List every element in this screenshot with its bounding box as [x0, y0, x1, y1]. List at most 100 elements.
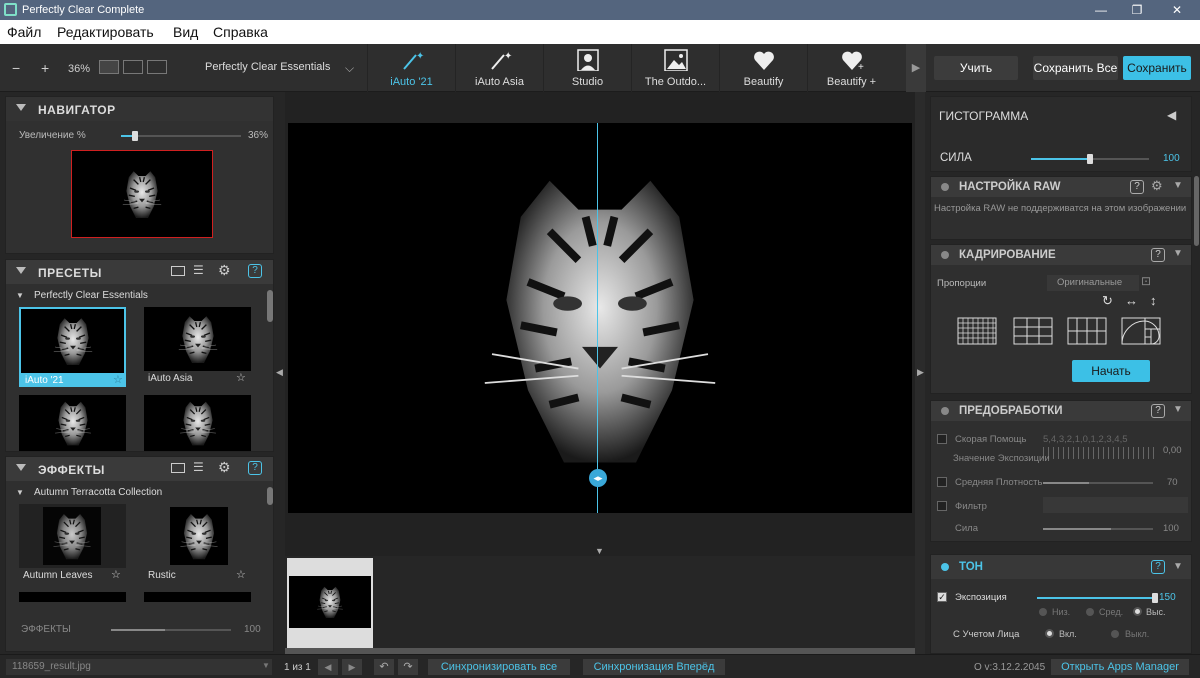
radio-on[interactable]	[1045, 629, 1054, 638]
save-button[interactable]: Сохранить	[1123, 56, 1191, 80]
collapse-right-icon[interactable]: ▶	[917, 367, 924, 378]
quick-help-checkbox[interactable]	[937, 434, 947, 444]
list-view-icon[interactable]: ☰	[193, 460, 204, 474]
chevron-down-icon[interactable]: ▼	[1173, 180, 1183, 191]
chevron-down-icon[interactable]: ▼	[1173, 561, 1183, 572]
toggle-icon[interactable]	[941, 251, 949, 259]
chevron-down-icon[interactable]: ▼	[16, 291, 24, 300]
filmstrip-item[interactable]	[287, 558, 373, 648]
filter-strength-slider[interactable]	[1043, 528, 1153, 530]
slider-knob[interactable]	[1087, 154, 1093, 164]
lock-ratio-icon[interactable]: ⊡	[1141, 274, 1151, 288]
quarters-overlay-icon[interactable]	[1067, 317, 1107, 345]
chevron-down-icon[interactable]: ▼	[1173, 404, 1183, 415]
effect-thumbnail[interactable]	[144, 592, 251, 602]
zoom-slider[interactable]	[121, 131, 241, 141]
crop-start-button[interactable]: Начать	[1072, 360, 1150, 382]
tab-iauto-asia[interactable]: ✦ iAuto Asia	[455, 44, 543, 92]
split-handle-icon[interactable]: ◂▸	[589, 469, 607, 487]
redo-icon[interactable]: ↷	[398, 659, 418, 675]
help-icon[interactable]: ?	[1151, 560, 1165, 574]
collapse-left-icon[interactable]: ◀	[276, 367, 283, 378]
effect-thumbnail[interactable]: Rustic ☆	[144, 504, 251, 584]
side-by-side-view-button[interactable]	[147, 60, 167, 74]
undo-icon[interactable]: ↶	[374, 659, 394, 675]
single-view-button[interactable]	[99, 60, 119, 74]
tabs-scroll-right-icon[interactable]: ▶	[906, 44, 926, 92]
preset-thumbnail[interactable]	[19, 395, 126, 451]
radio-off[interactable]	[1111, 630, 1119, 638]
star-icon[interactable]: ☆	[111, 568, 121, 581]
effect-thumbnail[interactable]	[19, 592, 126, 602]
zoom-slider-knob[interactable]	[132, 131, 139, 141]
grid-view-icon[interactable]	[171, 266, 185, 276]
help-icon[interactable]: ?	[248, 264, 262, 278]
filter-checkbox[interactable]	[937, 501, 947, 511]
mid-density-checkbox[interactable]	[937, 477, 947, 487]
zoom-in-button[interactable]: +	[41, 60, 49, 76]
star-icon[interactable]: ☆	[236, 371, 246, 384]
tab-iauto21[interactable]: ✦ iAuto '21	[367, 44, 455, 92]
collapse-icon[interactable]	[16, 104, 26, 111]
open-apps-manager-button[interactable]: Открыть Apps Manager	[1051, 659, 1189, 675]
main-image[interactable]: ◂▸	[288, 123, 912, 513]
preset-thumbnail[interactable]: iAuto Asia ☆	[144, 307, 251, 387]
tone-header[interactable]: ТОН ? ▼	[931, 555, 1191, 579]
mid-density-slider[interactable]	[1043, 482, 1153, 484]
help-icon[interactable]: ?	[1130, 180, 1144, 194]
sync-forward-button[interactable]: Синхронизация Вперёд	[583, 659, 725, 675]
star-icon[interactable]: ☆	[236, 568, 246, 581]
zoom-out-button[interactable]: −	[12, 60, 20, 76]
tab-beautify-plus[interactable]: + Beautify +	[807, 44, 895, 92]
collapse-icon[interactable]	[16, 464, 26, 471]
strength-slider[interactable]	[1031, 154, 1149, 164]
radio-mid[interactable]	[1086, 608, 1094, 616]
slider-knob[interactable]	[1152, 593, 1158, 603]
prev-image-icon[interactable]: ◀	[318, 659, 338, 675]
right-scrollbar[interactable]	[1194, 176, 1199, 246]
star-icon[interactable]: ☆	[113, 373, 123, 385]
raw-header[interactable]: НАСТРОЙКА RAW ? ⚙ ▼	[931, 177, 1191, 197]
collapse-left-icon[interactable]: ◀	[1167, 108, 1176, 122]
minimize-icon[interactable]: —	[1084, 0, 1118, 20]
learn-button[interactable]: Учить	[934, 56, 1018, 80]
toggle-icon[interactable]	[941, 563, 949, 571]
navigator-preview[interactable]	[71, 150, 213, 238]
maximize-icon[interactable]: ❐	[1120, 0, 1154, 20]
menu-edit[interactable]: Редактировать	[57, 24, 154, 40]
thirds-overlay-icon[interactable]	[1013, 317, 1053, 345]
radio-high[interactable]	[1133, 607, 1142, 616]
split-view-button[interactable]	[123, 60, 143, 74]
flip-horizontal-icon[interactable]: ↔	[1125, 293, 1138, 308]
gear-icon[interactable]: ⚙	[1151, 178, 1163, 194]
collapse-filmstrip-icon[interactable]: ▼	[595, 546, 604, 556]
filter-select[interactable]	[1043, 497, 1188, 513]
chevron-down-icon[interactable]: ▼	[16, 488, 24, 497]
radio-low[interactable]	[1039, 608, 1047, 616]
toggle-icon[interactable]	[941, 407, 949, 415]
effects-strength-slider[interactable]	[111, 629, 231, 631]
scrollbar[interactable]	[267, 487, 273, 505]
preset-thumbnail[interactable]: iAuto '21 ☆	[19, 307, 126, 387]
list-view-icon[interactable]: ☰	[193, 263, 204, 277]
menu-help[interactable]: Справка	[213, 24, 268, 40]
toggle-icon[interactable]	[941, 183, 949, 191]
close-icon[interactable]: ✕	[1160, 0, 1194, 20]
gear-icon[interactable]: ⚙	[218, 262, 231, 279]
split-line[interactable]	[597, 123, 598, 513]
exposure-ruler[interactable]	[1043, 447, 1155, 459]
menu-view[interactable]: Вид	[173, 24, 198, 40]
presets-header[interactable]: ПРЕСЕТЫ ☰ ⚙ ?	[6, 260, 273, 284]
help-icon[interactable]: ?	[248, 461, 262, 475]
navigator-header[interactable]: НАВИГАТОР	[6, 97, 273, 121]
help-icon[interactable]: ?	[1151, 248, 1165, 262]
gear-icon[interactable]: ⚙	[218, 459, 231, 476]
menu-file[interactable]: Файл	[7, 24, 41, 40]
save-all-button[interactable]: Сохранить Все	[1033, 56, 1118, 80]
collapse-icon[interactable]	[16, 267, 26, 274]
tab-beautify[interactable]: Beautify	[719, 44, 807, 92]
scrollbar[interactable]	[267, 290, 273, 322]
effect-thumbnail[interactable]: Autumn Leaves ☆	[19, 504, 126, 584]
chevron-down-icon[interactable]: ▼	[1173, 248, 1183, 259]
ratio-select[interactable]: Оригинальные	[1047, 275, 1139, 291]
